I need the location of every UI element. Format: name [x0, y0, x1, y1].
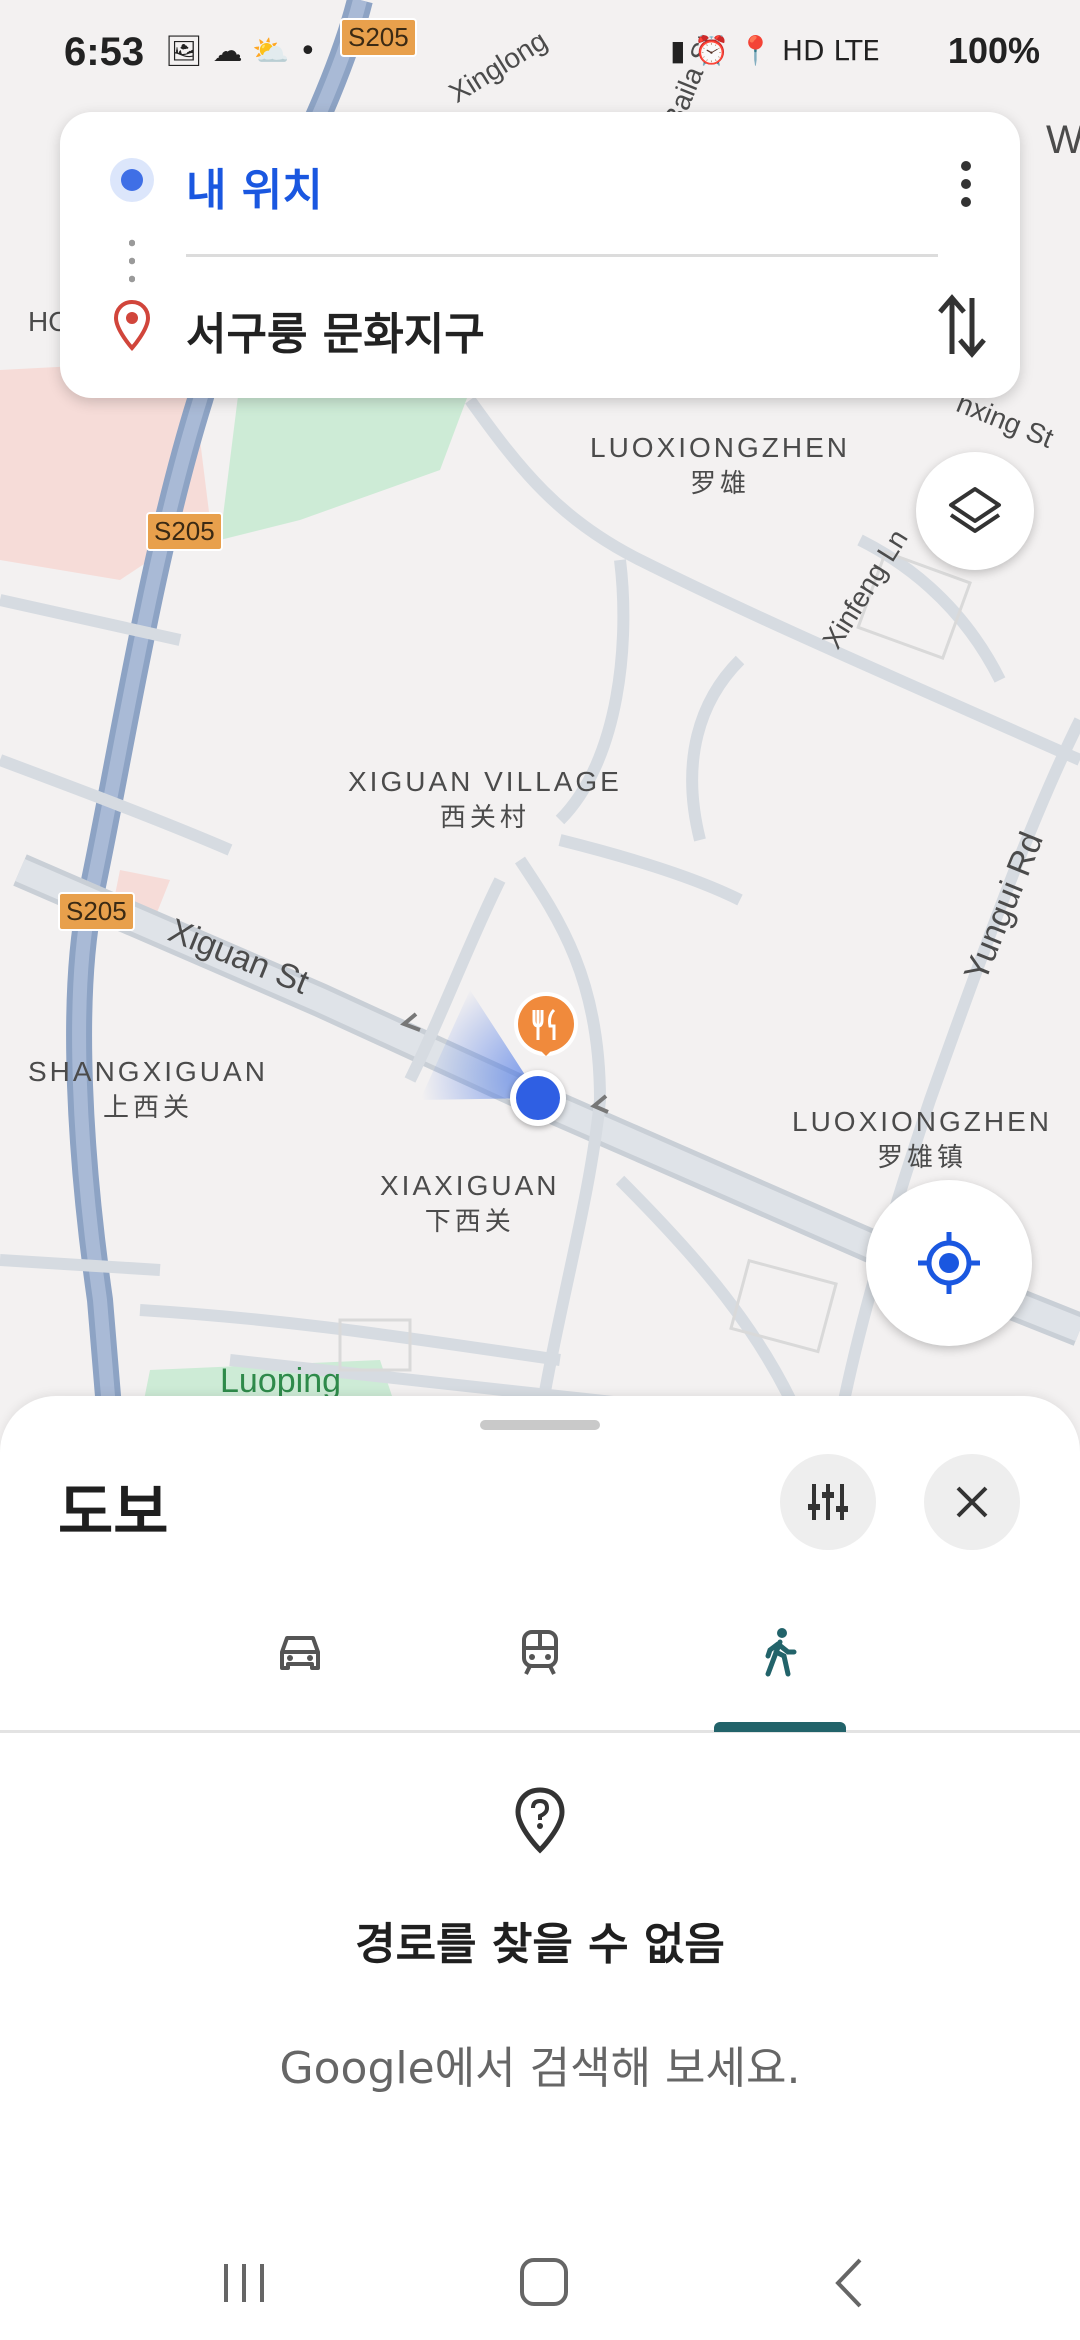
street-label: W — [1046, 118, 1080, 162]
place-label: SHANGXIGUAN 上西关 — [28, 1056, 268, 1123]
close-icon — [956, 1486, 988, 1518]
my-location-marker — [510, 1070, 566, 1126]
crosshair-icon — [918, 1232, 980, 1294]
route-dots — [129, 234, 135, 290]
destination-pin-icon — [113, 299, 151, 352]
tab-transit[interactable] — [470, 1596, 610, 1730]
close-button[interactable] — [924, 1454, 1020, 1550]
unknown-location-icon — [515, 1787, 565, 1854]
divider — [186, 254, 938, 257]
no-route-title: 경로를 찾을 수 없음 — [355, 1919, 725, 1970]
status-bar: 6:53 🖼 ☁ ⛅ • ▮ ⏰ 📍 HD LTE 100% — [0, 0, 1080, 110]
home-icon[interactable] — [504, 2248, 584, 2318]
restaurant-icon[interactable] — [512, 990, 580, 1070]
system-navigation-bar — [0, 2220, 1080, 2340]
car-icon — [280, 1636, 320, 1670]
drag-handle[interactable] — [480, 1420, 600, 1430]
layers-icon — [949, 487, 1001, 533]
place-label: LUOXIONGZHEN 罗雄 — [590, 432, 851, 499]
travel-mode-tabs — [0, 1596, 1080, 1733]
system-icons: ▮ ⏰ 📍 HD LTE — [670, 34, 880, 67]
directions-card: 내 위치 서구룽 문화지구 — [60, 112, 1020, 398]
recent-apps-icon[interactable] — [204, 2248, 284, 2318]
place-label: LUOXIONGZHEN 罗雄镇 — [792, 1106, 1053, 1173]
battery-level: 100% — [947, 30, 1040, 71]
tab-driving[interactable] — [230, 1596, 370, 1730]
tab-walking[interactable] — [710, 1596, 850, 1730]
place-label: XIGUAN VILLAGE 西关村 — [348, 766, 622, 833]
origin-field[interactable]: 내 위치 — [186, 154, 323, 218]
swap-icon[interactable] — [932, 290, 992, 362]
my-location-button[interactable] — [866, 1180, 1032, 1346]
route-badge: S205 — [58, 892, 135, 931]
destination-field[interactable]: 서구룽 문화지구 — [186, 298, 485, 362]
layers-button[interactable] — [916, 452, 1034, 570]
place-label: XIAXIGUAN 下西关 — [380, 1170, 560, 1237]
map-view[interactable]: S205 S205 S205 LUOXIONGZHEN 罗雄 XIGUAN VIL… — [0, 0, 1080, 1420]
options-button[interactable] — [780, 1454, 876, 1550]
search-google-link[interactable]: Google에서 검색해 보세요. — [0, 2032, 1080, 2096]
sliders-icon — [808, 1484, 848, 1520]
active-tab-indicator — [714, 1722, 846, 1732]
route-badge: S205 — [146, 512, 223, 551]
origin-dot-icon — [110, 158, 154, 202]
transit-icon — [522, 1630, 558, 1675]
sheet-title: 도보 — [58, 1478, 169, 1548]
walk-icon — [765, 1628, 797, 1677]
directions-sheet: 도보 경로를 찾을 수 없음 Google에서 검색해 보세요. — [0, 1396, 1080, 2340]
back-icon[interactable] — [810, 2248, 890, 2318]
more-options-icon[interactable] — [942, 154, 990, 214]
status-time: 6:53 — [64, 30, 145, 74]
notification-icons: 🖼 ☁ ⛅ • — [165, 34, 317, 69]
